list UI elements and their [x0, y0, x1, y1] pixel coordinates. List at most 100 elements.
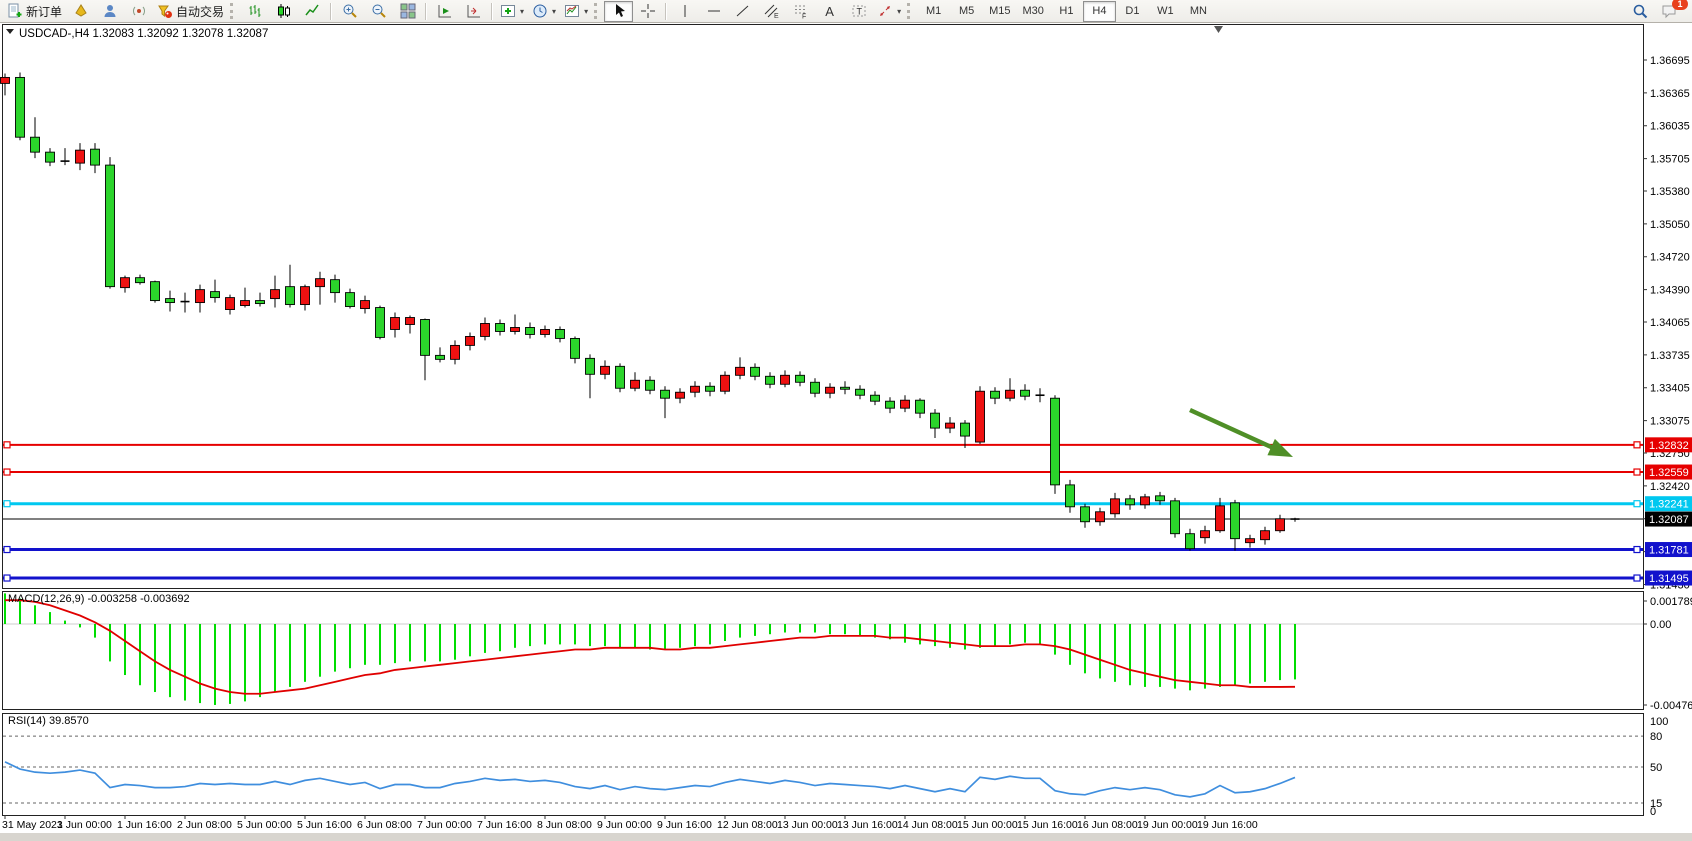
toolbar-grip: [907, 3, 913, 19]
timeframe-m5-button[interactable]: M5: [950, 1, 983, 22]
auto-scroll-button[interactable]: [430, 1, 459, 22]
line-handle[interactable]: [4, 442, 10, 448]
candle-body: [1111, 499, 1120, 514]
indicators-button[interactable]: ▾: [496, 1, 528, 22]
line-handle[interactable]: [4, 547, 10, 553]
line-handle[interactable]: [4, 575, 10, 581]
candle-body: [661, 390, 670, 398]
candle-body: [331, 280, 340, 293]
timeframe-d1-button[interactable]: D1: [1116, 1, 1149, 22]
candlestick-chart-button[interactable]: [269, 1, 298, 22]
search-button[interactable]: [1625, 1, 1654, 22]
candle-body: [151, 282, 160, 301]
line-handle[interactable]: [4, 501, 10, 507]
auto-trading-button[interactable]: 自动交易: [153, 1, 228, 22]
price-tick-label: 1.36365: [1650, 88, 1690, 100]
candle-body: [931, 413, 940, 428]
signals-button[interactable]: [124, 1, 153, 22]
price-tick-label: 1.34720: [1650, 252, 1690, 264]
price-tick-label: 1.32420: [1650, 481, 1690, 493]
indicators-icon: [500, 3, 516, 19]
candle-body: [271, 290, 280, 299]
candle-body: [541, 329, 550, 334]
periods-button[interactable]: ▾: [528, 1, 560, 22]
candle-body: [571, 338, 580, 358]
line-handle[interactable]: [1634, 547, 1640, 553]
toolbar-grip: [230, 3, 236, 19]
text-label-tool-button[interactable]: T: [844, 1, 873, 22]
candle-body: [511, 327, 520, 331]
text-label-icon: T: [851, 3, 867, 19]
trendline-tool-button[interactable]: [728, 1, 757, 22]
candle-body: [676, 392, 685, 398]
candle-body: [976, 391, 985, 442]
candle-body: [886, 401, 895, 408]
candle-body: [121, 278, 130, 288]
timeframe-h1-button[interactable]: H1: [1050, 1, 1083, 22]
fibonacci-tool-button[interactable]: F: [786, 1, 815, 22]
notification-count-badge: 1: [1672, 0, 1688, 10]
price-level-badge-label: 1.31781: [1649, 545, 1689, 557]
price-level-badge-label: 1.32241: [1649, 499, 1689, 511]
notifications-button[interactable]: 1: [1654, 1, 1683, 22]
candle-body: [1081, 507, 1090, 522]
candlestick-chart-icon: [276, 3, 292, 19]
styler-button[interactable]: [66, 1, 95, 22]
new-order-button[interactable]: 新订单: [3, 1, 66, 22]
candle-body: [691, 386, 700, 392]
community-button[interactable]: [95, 1, 124, 22]
styler-icon: [73, 3, 89, 19]
candle-body: [1171, 501, 1180, 534]
timeframe-m1-button[interactable]: M1: [917, 1, 950, 22]
tile-windows-button[interactable]: [393, 1, 422, 22]
zoom-out-button[interactable]: [364, 1, 393, 22]
crosshair-tool-button[interactable]: [633, 1, 662, 22]
timeframe-h4-button[interactable]: H4: [1083, 1, 1116, 22]
equidistant-channel-tool-button[interactable]: E: [757, 1, 786, 22]
candle-body: [946, 423, 955, 428]
timeframe-w1-button[interactable]: W1: [1149, 1, 1182, 22]
chevron-down-icon: ▾: [584, 7, 588, 16]
auto-scroll-icon: [437, 3, 453, 19]
candle-body: [361, 301, 370, 309]
arrows-tool-button[interactable]: ▾: [873, 1, 905, 22]
cursor-tool-button[interactable]: [604, 1, 633, 22]
new-order-icon: [7, 3, 23, 19]
candle-body: [766, 376, 775, 384]
candle-body: [481, 323, 490, 336]
templates-button[interactable]: ▾: [560, 1, 592, 22]
price-tick-label: 1.35050: [1650, 219, 1690, 231]
candle-body: [856, 389, 865, 395]
price-tick-label: 1.33075: [1650, 416, 1690, 428]
chart-area[interactable]: 1.366951.363651.360351.357051.353801.350…: [0, 22, 1692, 841]
chart-shift-button[interactable]: [459, 1, 488, 22]
vertical-line-tool-button[interactable]: [670, 1, 699, 22]
line-handle[interactable]: [1634, 501, 1640, 507]
candle-body: [91, 149, 100, 165]
time-tick-label: 31 May 2023: [2, 819, 63, 831]
line-handle[interactable]: [1634, 575, 1640, 581]
line-handle[interactable]: [4, 469, 10, 475]
time-tick-label: 5 Jun 16:00: [297, 819, 352, 831]
bar-chart-button[interactable]: [240, 1, 269, 22]
timeframe-m15-button[interactable]: M15: [983, 1, 1016, 22]
line-chart-button[interactable]: [298, 1, 327, 22]
time-tick-label: 16 Jun 08:00: [1077, 819, 1138, 831]
timeframe-m30-button[interactable]: M30: [1017, 1, 1050, 22]
line-handle[interactable]: [1634, 442, 1640, 448]
macd-pane-frame: [3, 592, 1644, 710]
horizontal-line-tool-button[interactable]: [699, 1, 728, 22]
zoom-in-button[interactable]: [335, 1, 364, 22]
candle-body: [556, 329, 565, 338]
timeframe-mn-button[interactable]: MN: [1182, 1, 1215, 22]
text-tool-button[interactable]: A: [815, 1, 844, 22]
price-tick-label: 1.33735: [1650, 350, 1690, 362]
candle-body: [721, 375, 730, 391]
candle-body: [616, 366, 625, 388]
line-handle[interactable]: [1634, 469, 1640, 475]
candle-body: [1216, 506, 1225, 531]
cursor-icon: [611, 3, 627, 19]
auto-trading-label: 自动交易: [176, 3, 224, 20]
candle-body: [226, 298, 235, 310]
candle-body: [136, 278, 145, 283]
